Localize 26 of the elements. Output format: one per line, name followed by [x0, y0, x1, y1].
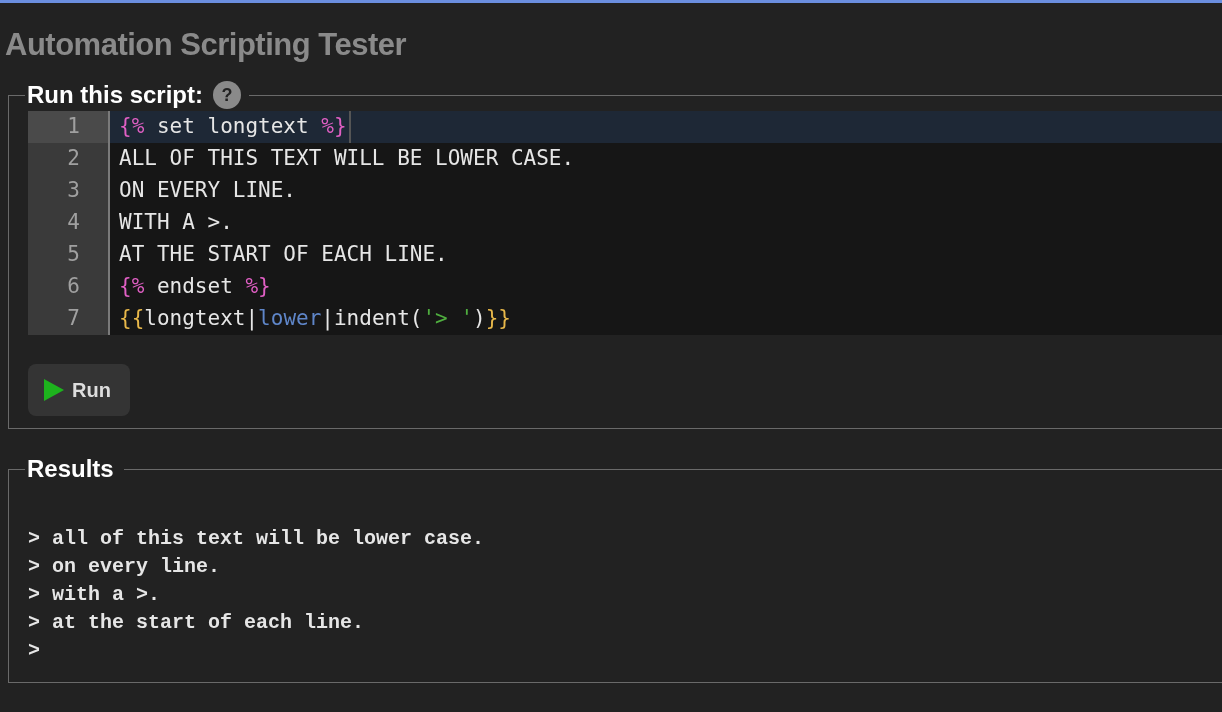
- line-number: 1: [28, 111, 110, 143]
- code-line: WITH A >.: [119, 209, 233, 237]
- code-line: ON EVERY LINE.: [119, 177, 296, 205]
- section-heading: Results: [27, 455, 114, 482]
- code-line: AT THE START OF EACH LINE.: [119, 241, 448, 269]
- code-line: {% set longtext %}: [119, 111, 351, 143]
- section-heading: Run this script:: [27, 80, 203, 110]
- result-line: >: [28, 638, 40, 664]
- play-icon: [44, 379, 64, 401]
- code-editor[interactable]: 1 {% set longtext %} 2 ALL OF THIS TEXT WILL BE LOWER CASE. 3 ON EVERY LINE. 4 WITH A >. 5 AT THE START OF EACH LINE. 6 {% endset %} 7 {{longtext|lower|indent('> ')}}: [28, 111, 1222, 335]
- help-icon[interactable]: ?: [213, 81, 241, 109]
- result-line: > at the start of each line.: [28, 610, 365, 636]
- run-button[interactable]: Run: [28, 364, 130, 416]
- result-line: > with a >.: [28, 582, 161, 608]
- line-number: 6: [28, 271, 110, 303]
- code-line: ALL OF THIS TEXT WILL BE LOWER CASE.: [119, 145, 575, 173]
- code-line: {% endset %}: [119, 273, 271, 301]
- page-title: Automation Scripting Tester: [5, 27, 406, 63]
- line-number: 4: [28, 207, 110, 239]
- result-line: > on every line.: [28, 554, 221, 580]
- line-number: 7: [28, 303, 110, 335]
- line-number: 5: [28, 239, 110, 271]
- line-number: 2: [28, 143, 110, 175]
- result-line: > all of this text will be lower case.: [28, 526, 485, 552]
- code-line: {{longtext|lower|indent('> ')}}: [119, 305, 511, 333]
- line-number: 3: [28, 175, 110, 207]
